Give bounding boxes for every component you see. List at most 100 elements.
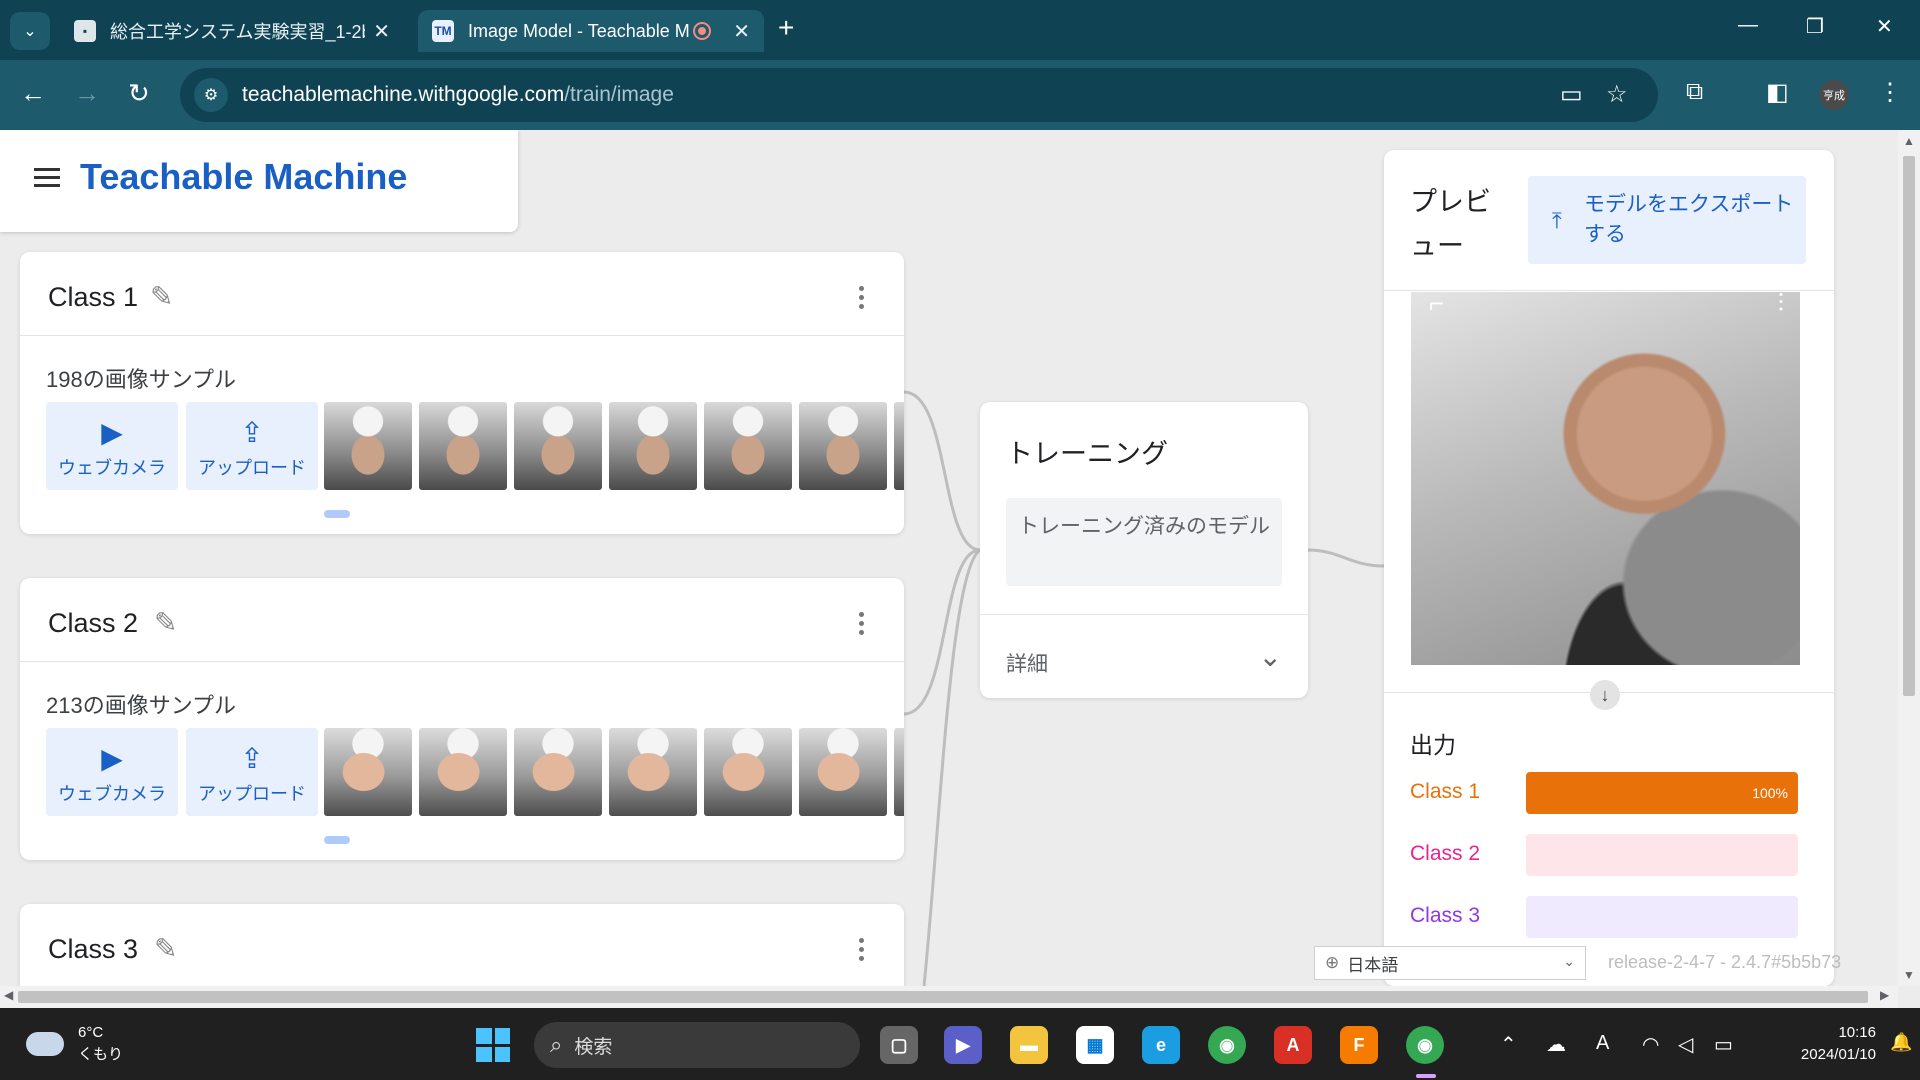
bookmark-star-icon[interactable]: ☆ bbox=[1606, 80, 1628, 109]
horizontal-scrollbar[interactable]: ◀ ▶ bbox=[0, 986, 1898, 1008]
tab-search-button[interactable]: ⌄ bbox=[10, 12, 50, 50]
microsoft-store-icon[interactable]: ▦ bbox=[1076, 1026, 1114, 1064]
weather-widget[interactable]: 6°C くもり bbox=[26, 1022, 123, 1066]
scrollbar-thumb[interactable] bbox=[18, 991, 1868, 1003]
output-title: 出力 bbox=[1410, 732, 1456, 758]
taskbar-search[interactable]: ⌕ 検索 bbox=[534, 1022, 860, 1068]
browser-tab-1[interactable]: ▪ 総合工学システム実験実習_1-2b ✕ bbox=[60, 10, 404, 52]
sample-thumbnail[interactable] bbox=[894, 728, 904, 816]
new-tab-button[interactable]: + bbox=[778, 12, 794, 44]
browser-toolbar: ← → ↻ ⚙ teachablemachine.withgoogle.com/… bbox=[0, 60, 1920, 130]
taskbar-clock[interactable]: 10:16 2024/01/10 bbox=[1760, 1022, 1876, 1066]
profile-avatar[interactable]: 亨成 bbox=[1819, 80, 1849, 110]
training-title: トレーニング bbox=[1006, 439, 1168, 469]
export-model-button[interactable]: ⤒ モデルをエクスポートする bbox=[1528, 176, 1806, 264]
sample-thumbnail[interactable] bbox=[799, 402, 887, 490]
chrome-profile-icon[interactable]: ◉ bbox=[1406, 1026, 1444, 1064]
clock-time: 10:16 bbox=[1838, 1024, 1876, 1041]
webcam-button[interactable]: ▶ ウェブカメラ bbox=[46, 402, 178, 490]
webcam-button[interactable]: ▶ ウェブカメラ bbox=[46, 728, 178, 816]
url-text[interactable]: teachablemachine.withgoogle.com/train/im… bbox=[242, 83, 674, 107]
browser-tab-2[interactable]: TM Image Model - Teachable M ✕ bbox=[418, 10, 764, 52]
camera-in-use-icon[interactable]: ▭ bbox=[1560, 80, 1583, 109]
preview-title: プレビュー bbox=[1410, 187, 1491, 261]
tab-title: Image Model - Teachable M bbox=[468, 20, 690, 41]
scroll-up-icon[interactable]: ▲ bbox=[1903, 134, 1915, 148]
sample-thumbnail[interactable] bbox=[514, 402, 602, 490]
teams-chat-icon[interactable]: ▶ bbox=[944, 1026, 982, 1064]
sample-thumbnail[interactable] bbox=[894, 402, 904, 490]
scroll-right-icon[interactable]: ▶ bbox=[1880, 988, 1889, 1002]
class-name[interactable]: Class 2 bbox=[48, 608, 138, 639]
edit-pencil-icon[interactable]: ✎ bbox=[154, 606, 177, 639]
globe-icon: ⊕ bbox=[1325, 953, 1340, 972]
minimize-icon[interactable]: — bbox=[1738, 14, 1758, 37]
windows-start-icon[interactable] bbox=[476, 1028, 510, 1062]
sample-thumbnail[interactable] bbox=[704, 728, 792, 816]
file-explorer-icon[interactable]: ▬ bbox=[1010, 1026, 1048, 1064]
app-brand-title: Teachable Machine bbox=[80, 156, 408, 197]
onedrive-icon[interactable]: ☁ bbox=[1546, 1032, 1566, 1057]
fusion360-icon[interactable]: F bbox=[1340, 1026, 1378, 1064]
notification-bell-icon[interactable]: 🔔 bbox=[1890, 1032, 1912, 1053]
thumbnail-scroll-indicator[interactable] bbox=[324, 510, 350, 518]
tray-overflow-icon[interactable]: ⌃ bbox=[1500, 1032, 1517, 1057]
wifi-icon[interactable]: ◠ bbox=[1642, 1032, 1659, 1057]
chevron-down-icon[interactable]: ⌄ bbox=[1259, 640, 1282, 673]
output-row-class-3: Class 3 bbox=[1410, 896, 1810, 938]
side-panel-icon[interactable]: ◧ bbox=[1766, 78, 1789, 107]
close-icon[interactable]: ✕ bbox=[373, 19, 390, 44]
task-view-icon[interactable]: ▢ bbox=[880, 1026, 918, 1064]
scrollbar-thumb[interactable] bbox=[1903, 156, 1915, 696]
sample-thumbnail[interactable] bbox=[324, 728, 412, 816]
forward-icon[interactable]: → bbox=[74, 78, 100, 109]
upload-button[interactable]: ⇪ アップロード bbox=[186, 728, 318, 816]
hamburger-menu-icon[interactable] bbox=[34, 168, 60, 188]
vertical-scrollbar[interactable]: ▲ ▼ bbox=[1898, 130, 1920, 986]
sample-thumbnail[interactable] bbox=[324, 402, 412, 490]
edge-browser-icon[interactable]: e bbox=[1142, 1026, 1180, 1064]
extensions-icon[interactable]: ⧉ bbox=[1686, 78, 1703, 106]
class-options-kebab-icon[interactable] bbox=[859, 282, 864, 313]
sample-thumbnail[interactable] bbox=[799, 728, 887, 816]
class-options-kebab-icon[interactable] bbox=[859, 608, 864, 639]
upload-button[interactable]: ⇪ アップロード bbox=[186, 402, 318, 490]
tab-favicon-icon: ▪ bbox=[74, 20, 96, 42]
preview-card: プレビュー ⤒ モデルをエクスポートする ⌐ ⫶ ↓ 出力 Class 1 10… bbox=[1384, 150, 1834, 986]
class-header: Class 2 ✎ bbox=[20, 578, 904, 662]
restore-icon[interactable]: ❐ bbox=[1806, 14, 1824, 39]
menu-kebab-icon[interactable]: ⋮ bbox=[1878, 78, 1902, 107]
edit-pencil-icon[interactable]: ✎ bbox=[150, 280, 173, 313]
training-details-label[interactable]: 詳細 bbox=[1006, 648, 1048, 678]
reload-icon[interactable]: ↻ bbox=[128, 78, 150, 109]
class-name[interactable]: Class 1 bbox=[48, 282, 138, 313]
thumbnail-scroll-indicator[interactable] bbox=[324, 836, 350, 844]
class-options-kebab-icon[interactable] bbox=[859, 934, 864, 965]
output-label: Class 2 bbox=[1410, 842, 1481, 865]
sample-thumbnail[interactable] bbox=[609, 402, 697, 490]
switch-camera-icon[interactable]: ⫶ bbox=[1778, 292, 1785, 320]
close-window-icon[interactable]: ✕ bbox=[1876, 14, 1893, 39]
sample-thumbnail[interactable] bbox=[419, 402, 507, 490]
chrome-icon[interactable]: ◉ bbox=[1208, 1026, 1246, 1064]
acrobat-icon[interactable]: A bbox=[1274, 1026, 1312, 1064]
flip-camera-icon[interactable]: ⌐ bbox=[1429, 292, 1444, 319]
close-icon[interactable]: ✕ bbox=[733, 19, 750, 44]
upload-button-label: アップロード bbox=[198, 458, 306, 478]
language-select[interactable]: ⊕ 日本語 ⌄ bbox=[1314, 946, 1586, 980]
sample-thumbnail[interactable] bbox=[704, 402, 792, 490]
sample-thumbnail[interactable] bbox=[609, 728, 697, 816]
class-name[interactable]: Class 3 bbox=[48, 934, 138, 965]
scroll-down-icon[interactable]: ▼ bbox=[1903, 968, 1915, 982]
scroll-left-icon[interactable]: ◀ bbox=[4, 988, 13, 1002]
sample-thumbnail[interactable] bbox=[514, 728, 602, 816]
battery-icon[interactable]: ▭ bbox=[1714, 1032, 1733, 1057]
volume-icon[interactable]: ◁ bbox=[1678, 1032, 1693, 1057]
back-icon[interactable]: ← bbox=[20, 78, 46, 109]
edit-pencil-icon[interactable]: ✎ bbox=[154, 932, 177, 965]
train-model-button[interactable]: トレーニング済みのモデル bbox=[1006, 498, 1282, 586]
ime-icon[interactable]: A bbox=[1596, 1032, 1609, 1055]
address-bar[interactable]: ⚙ teachablemachine.withgoogle.com/train/… bbox=[180, 68, 1658, 122]
site-settings-icon[interactable]: ⚙ bbox=[194, 78, 228, 112]
sample-thumbnail[interactable] bbox=[419, 728, 507, 816]
